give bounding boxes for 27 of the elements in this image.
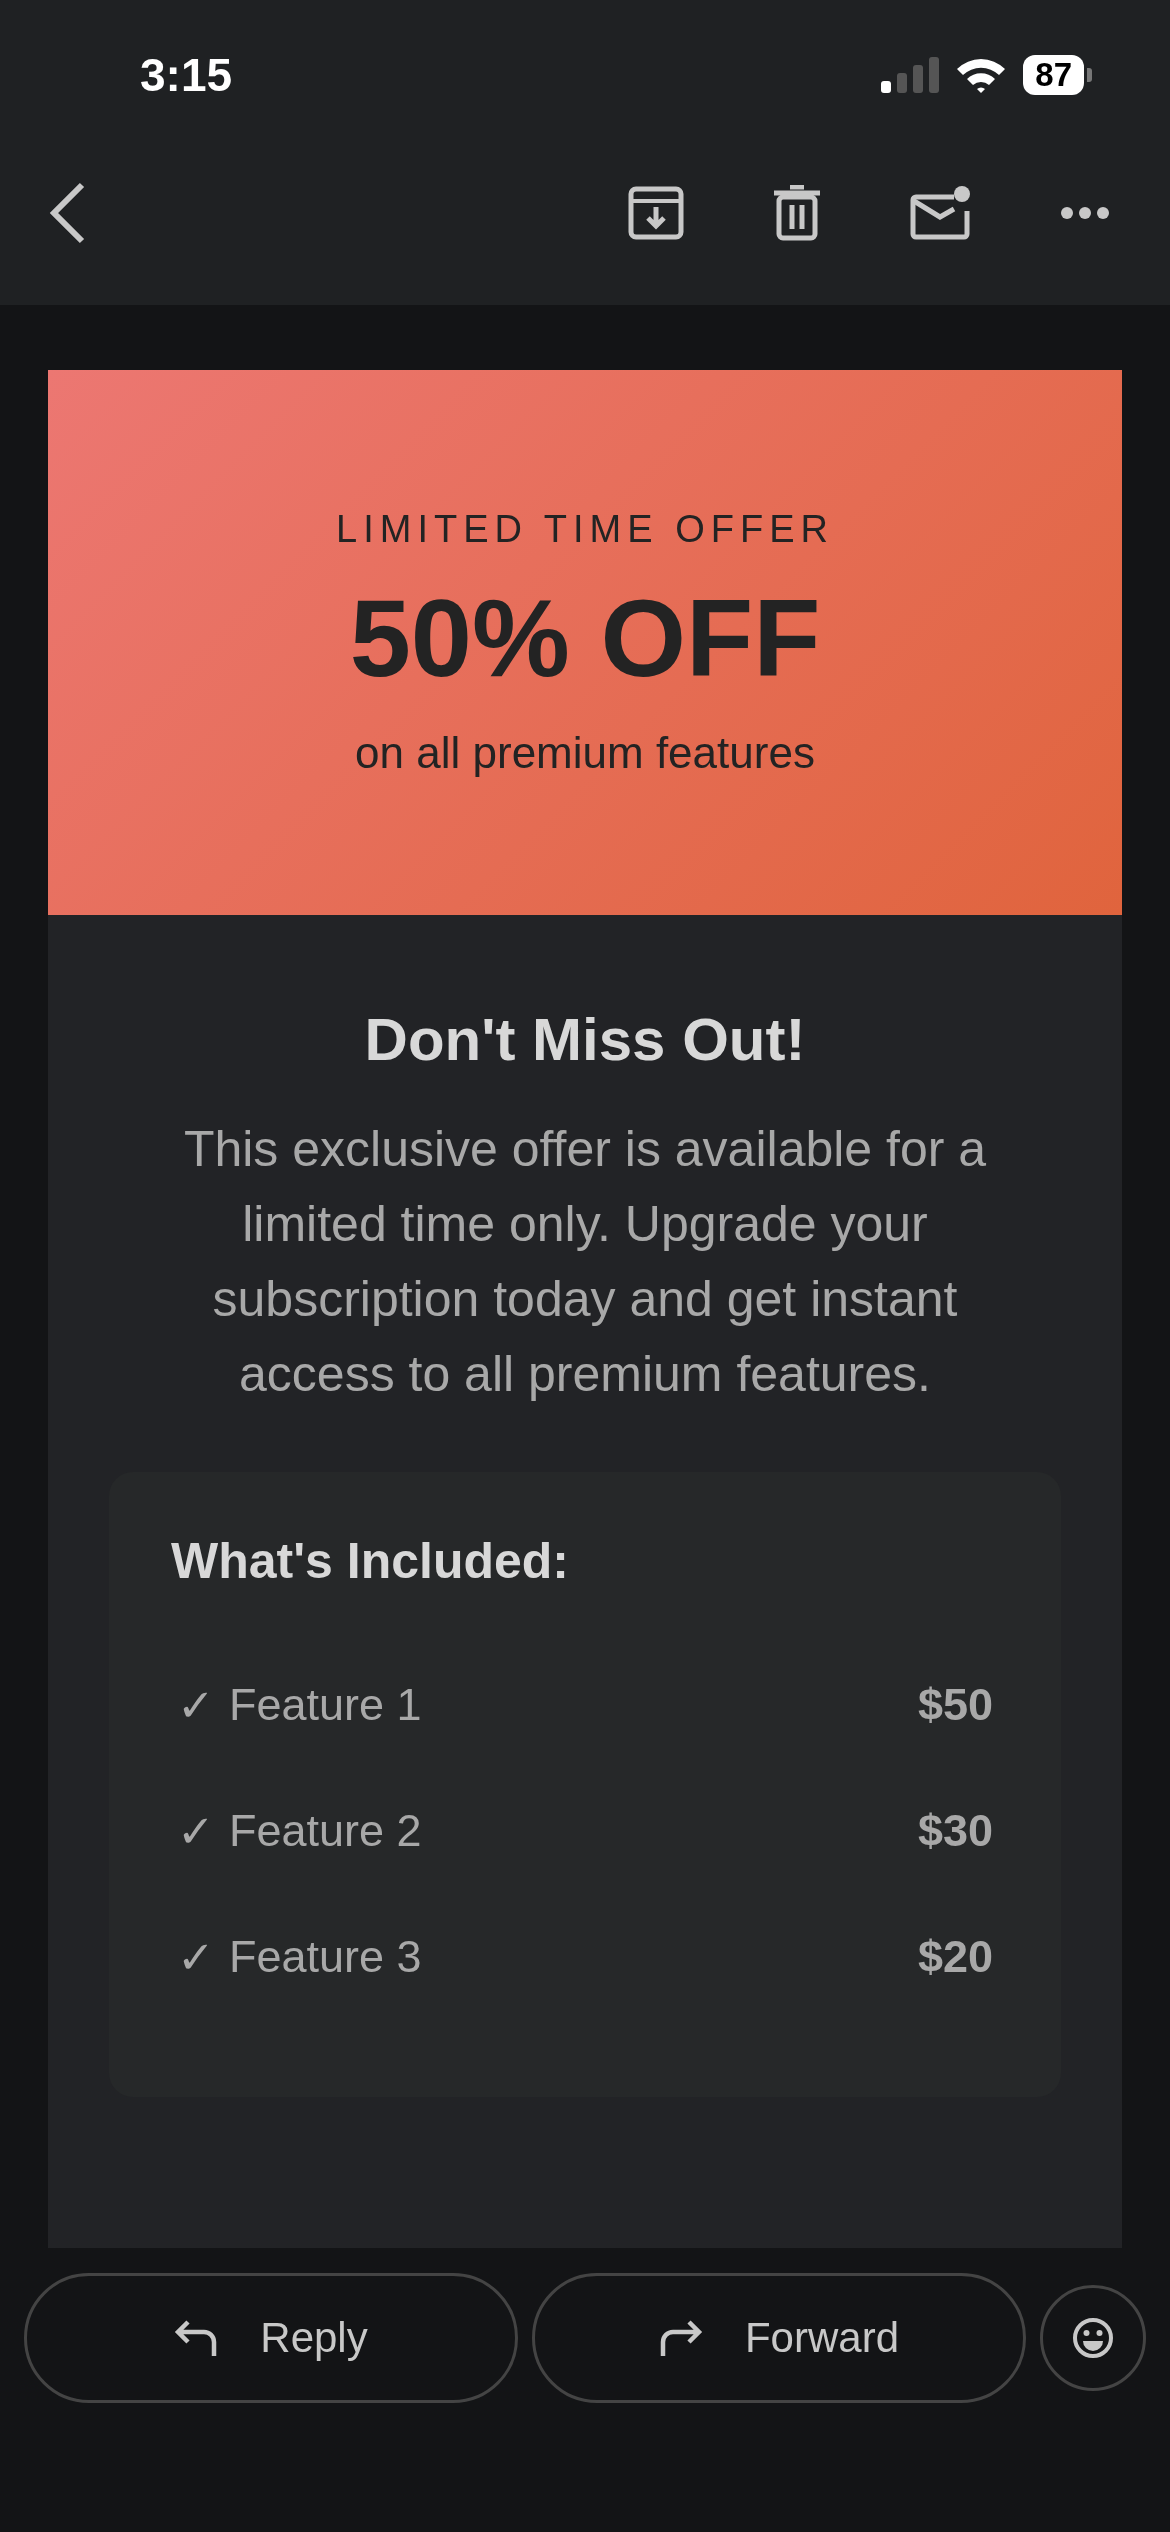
forward-icon (658, 2318, 703, 2358)
check-mark: ✓ (177, 1678, 215, 1732)
more-icon[interactable] (1060, 205, 1110, 220)
body-paragraph: This exclusive offer is available for a limited time only. Upgrade your subscription today and get instant access to all premium features. (182, 1120, 988, 1404)
included-title: What's Included: (171, 1532, 570, 1590)
status-time: 3:15 (140, 48, 233, 102)
feature-name: Feature 2 (229, 1805, 423, 1857)
offer-subline: on all premium features (355, 727, 815, 778)
reply-button[interactable]: Reply (24, 2273, 518, 2403)
feature-name: Feature 1 (229, 1679, 423, 1731)
unread-mail-icon[interactable] (910, 184, 972, 241)
signal-icon (881, 57, 940, 93)
reply-icon (174, 2318, 219, 2358)
section-heading: Don't Miss Out! (364, 1005, 806, 1074)
feature-price: $30 (917, 1805, 993, 1857)
offer-headline: 50% OFF (349, 576, 821, 698)
forward-button[interactable]: Forward (532, 2273, 1026, 2403)
feature-name: Feature 3 (229, 1931, 423, 1983)
smiley-icon (1072, 2317, 1114, 2359)
wifi-icon (955, 56, 1008, 94)
feature-price: $20 (917, 1931, 993, 1983)
offer-eyebrow: LIMITED TIME OFFER (336, 507, 834, 551)
feature-price: $50 (917, 1679, 993, 1731)
delete-icon[interactable] (772, 184, 822, 241)
check-mark: ✓ (177, 1804, 215, 1858)
check-mark: ✓ (177, 1930, 215, 1984)
archive-icon[interactable] (628, 184, 684, 241)
